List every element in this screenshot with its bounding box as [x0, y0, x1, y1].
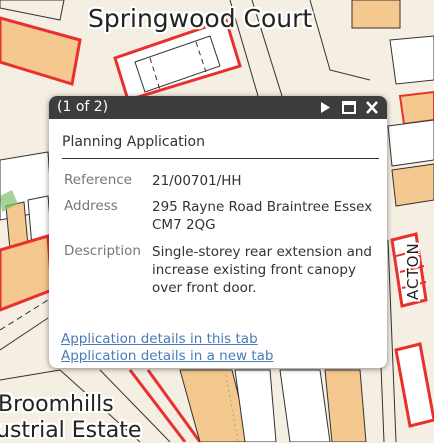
map-label-broomhills: Broomhills: [0, 392, 114, 417]
description-label: Description: [64, 243, 141, 259]
reference-value: 21/00701/HH: [152, 173, 242, 189]
map-label-road: ACTON: [404, 242, 422, 300]
address-value: 295 Rayne Road Braintree Essex CM7 2QG: [152, 199, 373, 233]
map-label-industrial-estate: ustrial Estate: [0, 418, 142, 443]
maximize-icon[interactable]: [340, 98, 358, 117]
next-icon[interactable]: [316, 98, 334, 117]
address-label: Address: [64, 198, 118, 214]
popup-header: (1 of 2): [49, 96, 387, 119]
reference-label: Reference: [64, 172, 132, 188]
feature-count: (1 of 2): [57, 99, 109, 115]
description-value: Single-storey rear extension and increas…: [152, 244, 372, 296]
close-icon[interactable]: [363, 98, 381, 117]
details-new-tab-link[interactable]: Application details in a new tab: [61, 348, 273, 364]
map-label-springwood-court: Springwood Court: [88, 4, 313, 33]
title-divider: [62, 158, 379, 159]
popup-title: Planning Application: [62, 134, 205, 150]
details-this-tab-link[interactable]: Application details in this tab: [61, 331, 258, 347]
planning-popup: (1 of 2) Planning Application Reference …: [49, 96, 387, 368]
